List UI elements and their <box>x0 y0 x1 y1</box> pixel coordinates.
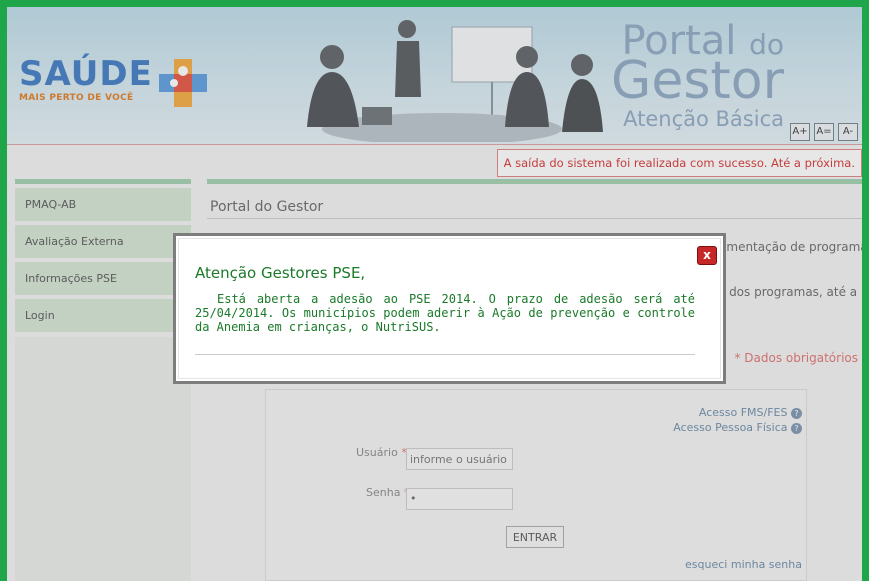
close-icon[interactable]: x <box>697 246 717 265</box>
modal-divider <box>195 354 695 355</box>
modal-title: Atenção Gestores PSE, <box>195 264 366 282</box>
page-frame: SAÚDE MAIS PERTO DE VOCÊ Portal do Gesto… <box>7 7 862 581</box>
modal-body: Está aberta a adesão ao PSE 2014. O praz… <box>195 292 695 334</box>
pse-announcement-modal: x Atenção Gestores PSE, Está aberta a ad… <box>173 233 726 384</box>
